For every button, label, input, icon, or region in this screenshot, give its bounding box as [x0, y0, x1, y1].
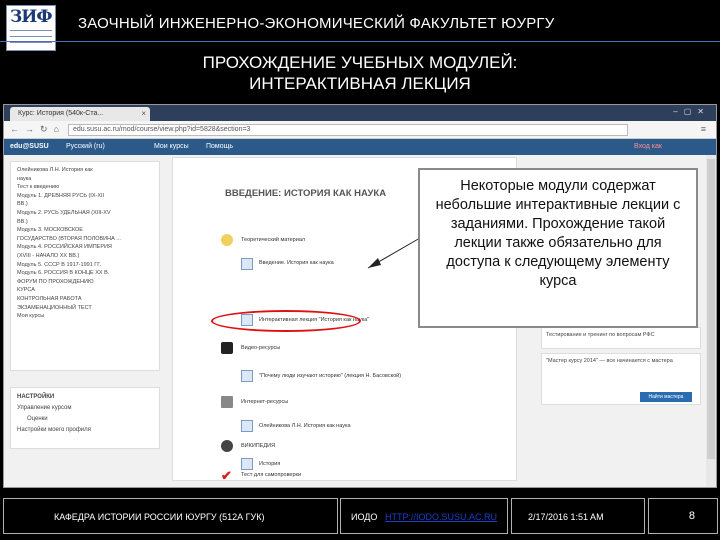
footer-department: КАФЕДРА ИСТОРИИ РОССИИ ЮУРГУ (512А ГУК) [54, 512, 265, 522]
footer-iodo-label: ИОДО [351, 512, 378, 522]
slide: ЗИФ ЗАОЧНЫЙ ИНЖЕНЕРНО-ЭКОНОМИЧЕСКИЙ ФАКУ… [0, 0, 720, 540]
footer-iodo-link[interactable]: HTTP://IODO.SUSU.AC.RU [385, 512, 497, 522]
footer-page-box: 8 [648, 498, 718, 534]
callout-box: Некоторые модули содержат небольшие инте… [418, 168, 698, 328]
footer-iodo-box: ИОДО HTTP://IODO.SUSU.AC.RU [340, 498, 508, 534]
footer-date-box: 2/17/2016 1:51 AM [511, 498, 645, 534]
footer-datetime: 2/17/2016 1:51 AM [528, 512, 604, 522]
footer-department-box: КАФЕДРА ИСТОРИИ РОССИИ ЮУРГУ (512А ГУК) [3, 498, 338, 534]
callout-text: Некоторые модули содержат небольшие инте… [435, 178, 681, 289]
page-number: 8 [688, 510, 695, 522]
